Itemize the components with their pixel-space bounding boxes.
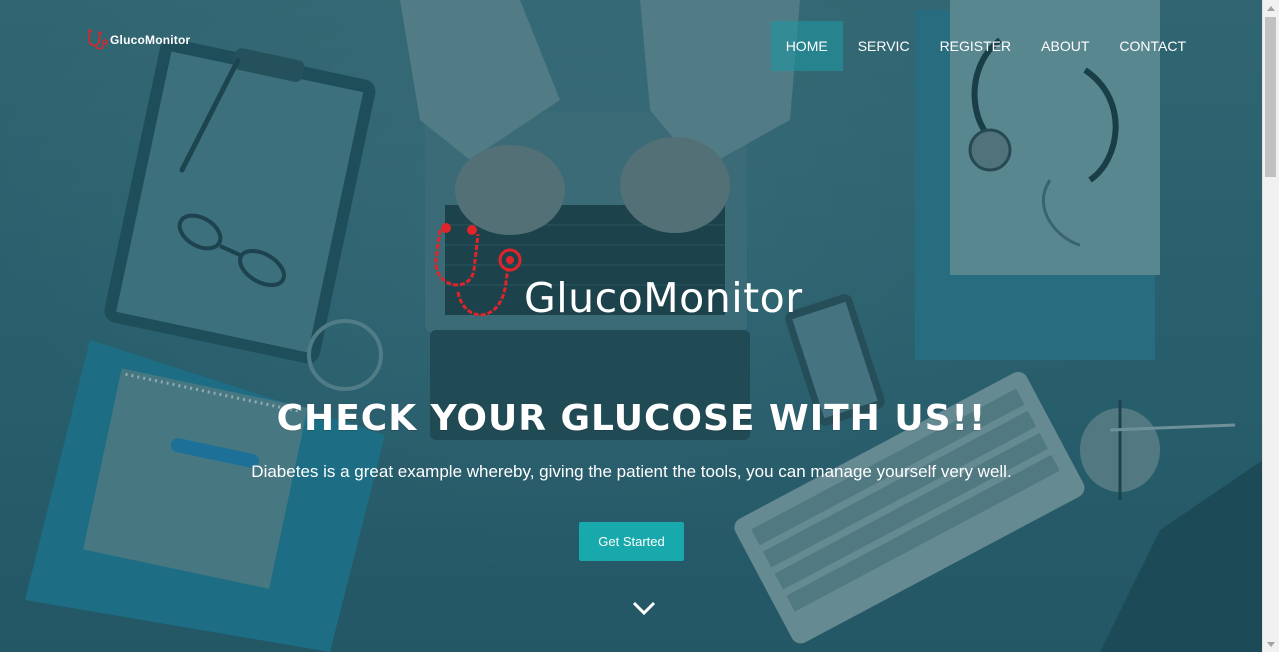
- header-logo[interactable]: GlucoMonitor: [86, 28, 190, 52]
- nav-register[interactable]: REGISTER: [925, 21, 1027, 71]
- scroll-up-arrow-icon[interactable]: [1263, 0, 1279, 16]
- hero-subtext: Diabetes is a great example whereby, giv…: [251, 462, 1012, 481]
- stethoscope-logo-icon: [88, 29, 108, 50]
- hero-brand-logo: GlucoMonitor: [430, 220, 803, 328]
- page-scrollbar[interactable]: [1262, 0, 1279, 652]
- hero-section: GlucoMonitor HOME SERVIC REGISTER ABOUT …: [0, 0, 1263, 652]
- chevron-down-icon[interactable]: [632, 600, 656, 616]
- scrollbar-thumb[interactable]: [1265, 17, 1276, 177]
- hero-brand-text: GlucoMonitor: [524, 274, 803, 322]
- scroll-down-arrow-icon[interactable]: [1263, 636, 1279, 652]
- nav-home[interactable]: HOME: [770, 21, 843, 71]
- nav-contact[interactable]: CONTACT: [1104, 21, 1201, 71]
- get-started-button[interactable]: Get Started: [579, 522, 684, 561]
- stethoscope-icon: [434, 223, 522, 317]
- header-logo-text: GlucoMonitor: [110, 33, 191, 47]
- hero-headline: CHECK YOUR GLUCOSE WITH US!!: [276, 398, 987, 439]
- nav-about[interactable]: ABOUT: [1026, 21, 1104, 71]
- main-nav: HOME SERVIC REGISTER ABOUT CONTACT: [770, 21, 1201, 71]
- nav-services[interactable]: SERVIC: [843, 21, 925, 71]
